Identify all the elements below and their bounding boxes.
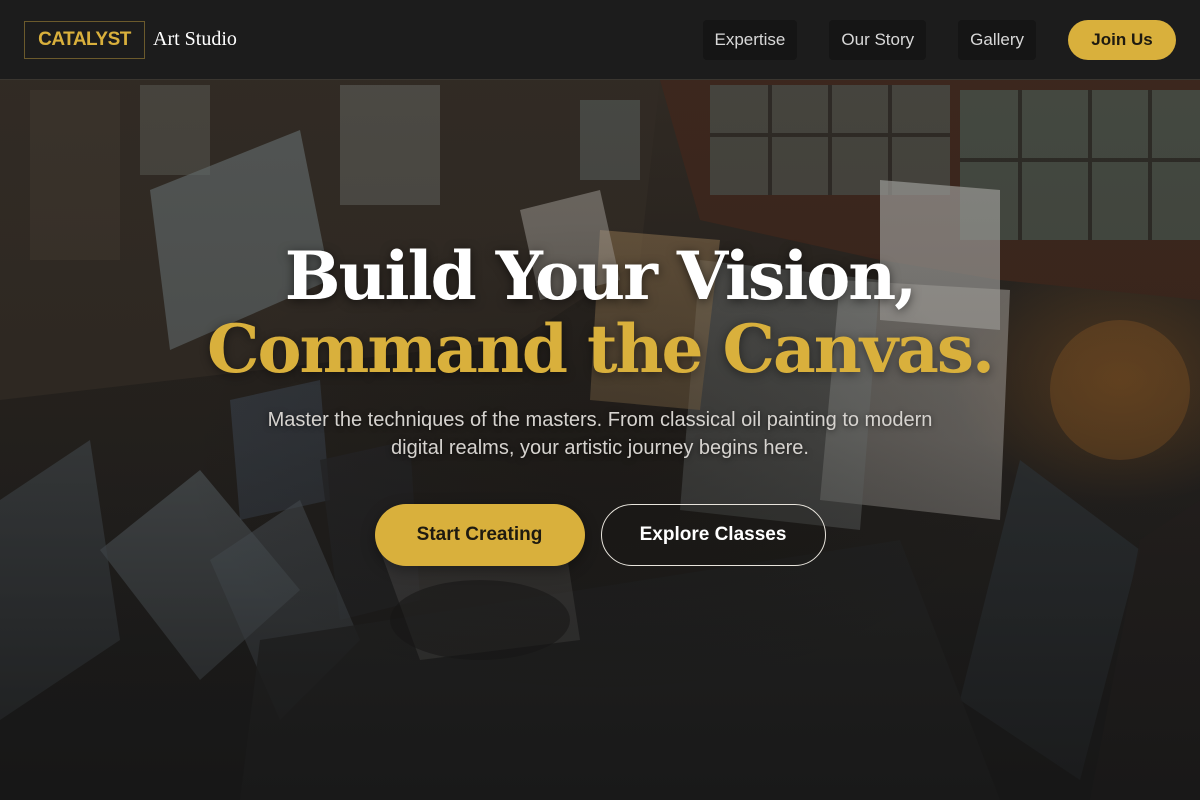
hero-subtitle: Master the techniques of the masters. Fr… bbox=[267, 409, 933, 459]
hero-headline-line1: Build Your Vision, bbox=[284, 237, 918, 315]
logo-subtitle: Art Studio bbox=[153, 28, 237, 50]
hero-headline: Build Your Vision, Command the Canvas. bbox=[0, 236, 1200, 382]
site-header: CATALYST Art Studio Expertise Our Story … bbox=[0, 0, 1200, 80]
main-navigation: Expertise Our Story Gallery Join Us bbox=[702, 20, 1176, 60]
start-creating-button[interactable]: Start Creating bbox=[374, 504, 585, 566]
join-us-button[interactable]: Join Us bbox=[1068, 20, 1176, 60]
nav-link-gallery[interactable]: Gallery bbox=[958, 20, 1036, 60]
landing-page: CATALYST Art Studio Expertise Our Story … bbox=[0, 0, 1200, 800]
nav-link-our-story[interactable]: Our Story bbox=[829, 20, 927, 60]
explore-classes-button[interactable]: Explore Classes bbox=[600, 504, 826, 566]
hero-cta-group: Start Creating Explore Classes bbox=[0, 504, 1200, 566]
logo[interactable]: CATALYST Art Studio bbox=[24, 20, 237, 59]
nav-link-expertise[interactable]: Expertise bbox=[702, 20, 798, 60]
hero-section: Build Your Vision, Command the Canvas. M… bbox=[0, 236, 1200, 566]
logo-wordmark[interactable]: CATALYST bbox=[24, 20, 145, 59]
hero-headline-line2: Command the Canvas. bbox=[206, 310, 995, 388]
